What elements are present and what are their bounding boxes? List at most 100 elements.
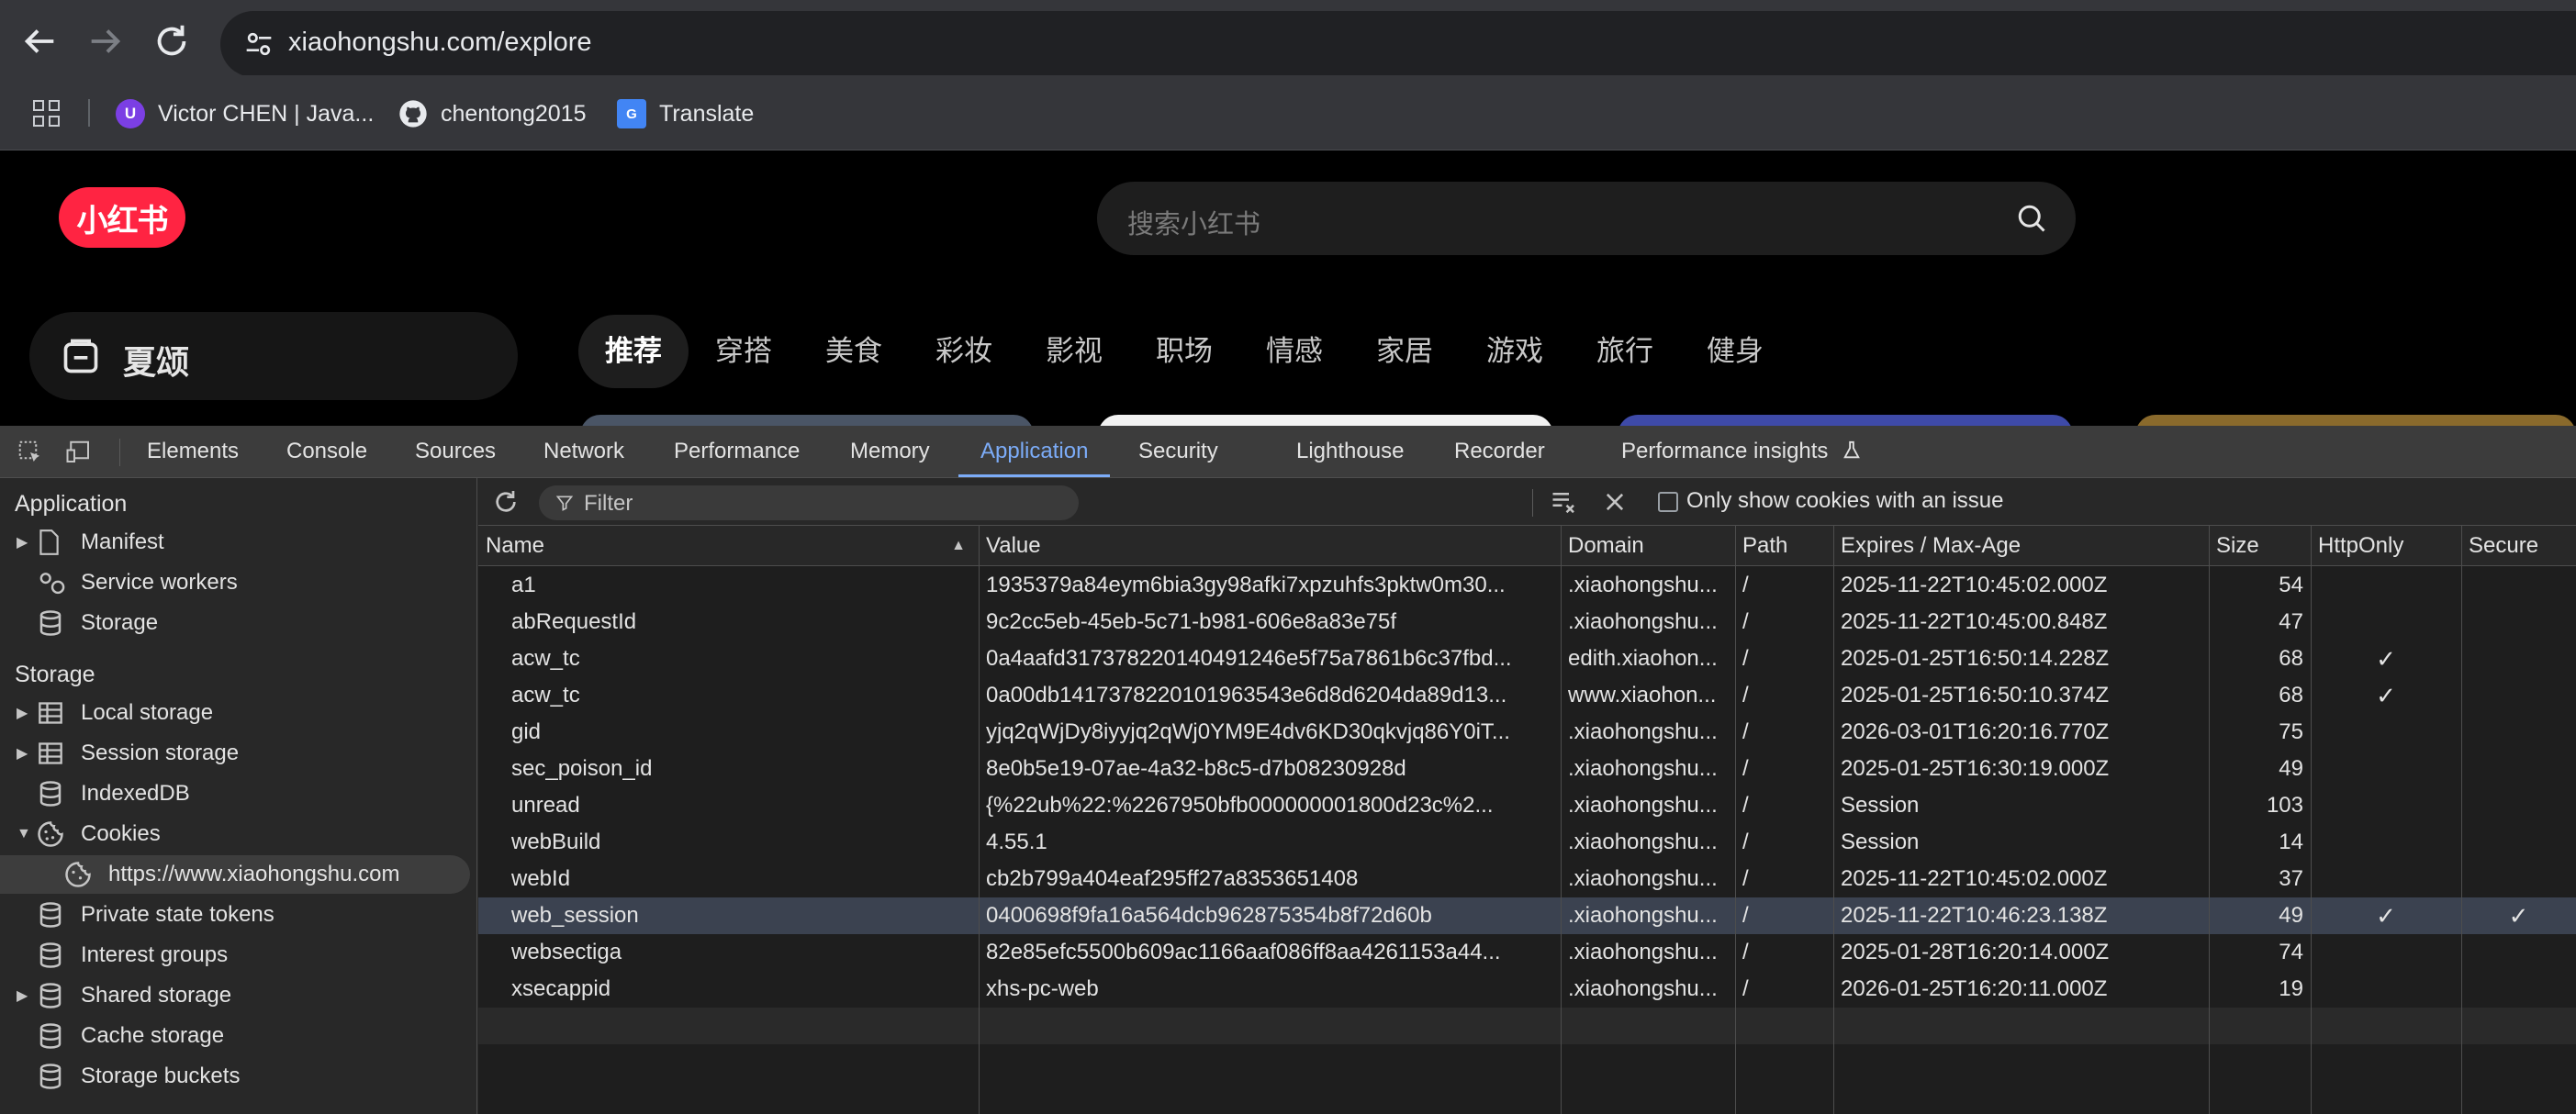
table-row[interactable]: acw_tc 0a00db1417378220101963543e6d8d6204…	[478, 677, 2576, 714]
filter-icon	[555, 496, 574, 511]
feed-card-thumbnail[interactable]	[580, 415, 1034, 426]
sidebar-item-session-storage[interactable]: ▶ Session storage	[17, 735, 239, 772]
sidebar-item-storage-buckets[interactable]: Storage buckets	[37, 1058, 240, 1095]
sidebar-item-storage-overview[interactable]: Storage	[37, 605, 158, 641]
table-row[interactable]: abRequestId 9c2cc5eb-45eb-5c71-b981-606e8…	[478, 604, 2576, 641]
url-text[interactable]: xiaohongshu.com/explore	[288, 28, 591, 58]
bookmark-chentong2015[interactable]: chentong2015	[398, 95, 586, 132]
close-icon[interactable]	[1602, 489, 1628, 515]
sidebar-item-local-storage[interactable]: ▶ Local storage	[17, 695, 213, 731]
table-row[interactable]: xsecappid xhs-pc-web .xiaohongshu... / 2026-…	[478, 971, 2576, 1008]
search-icon[interactable]	[2015, 202, 2048, 235]
column-header-name[interactable]: Name ▲	[478, 526, 979, 566]
sidebar-item-cookie-origin[interactable]: https://www.xiaohongshu.com	[64, 856, 400, 893]
channel-tab[interactable]: 游戏	[1460, 315, 1570, 388]
table-row[interactable]: acw_tc 0a4aafd317378220140491246e5f75a786…	[478, 641, 2576, 677]
tab-memory[interactable]: Memory	[850, 426, 930, 477]
bookmark-translate[interactable]: G Translate	[617, 95, 754, 132]
devtools-tabbar: Elements Console Sources Network Perform…	[0, 426, 2576, 478]
only-issue-label[interactable]: Only show cookies with an issue	[1686, 488, 2004, 514]
clear-filtered-cookies-icon[interactable]	[1551, 489, 1578, 515]
search-placeholder[interactable]: 搜索小红书	[1127, 203, 1260, 241]
column-header-secure[interactable]: Secure	[2461, 526, 2576, 566]
tab-sources[interactable]: Sources	[415, 426, 496, 477]
feed-card-thumbnail[interactable]	[1618, 415, 2073, 426]
cell-value: yjq2qWjDy8iyyjq2qWj0YM9E4dv6KD30qkvjq86Y…	[986, 719, 1510, 744]
refresh-icon[interactable]	[491, 487, 521, 517]
sidebar-item-cookies[interactable]: ▼ Cookies	[17, 816, 161, 852]
cookie-filter-input[interactable]: Filter	[539, 485, 1079, 520]
table-row[interactable]: websectiga 82e85efc5500b609ac1166aaf086ff…	[478, 934, 2576, 971]
empty-table-row[interactable]	[478, 1008, 2576, 1044]
expand-arrow-icon[interactable]: ▶	[17, 986, 37, 1005]
channel-tab[interactable]: 健身	[1680, 315, 1790, 388]
table-row[interactable]: unread {%22ub%22:%2267950bfb000000001800d…	[478, 787, 2576, 824]
tab-network[interactable]: Network	[543, 426, 624, 477]
github-icon	[399, 100, 427, 128]
sidebar-item-indexeddb[interactable]: IndexedDB	[37, 775, 190, 812]
inspect-element-icon[interactable]	[17, 439, 44, 466]
table-row[interactable]: webBuild 4.55.1 .xiaohongshu... / Session 14	[478, 824, 2576, 861]
channel-tab[interactable]: 情感	[1239, 315, 1350, 388]
expand-arrow-icon[interactable]: ▶	[17, 704, 37, 722]
collapse-arrow-icon[interactable]: ▼	[17, 826, 37, 842]
column-header-value[interactable]: Value	[979, 526, 1561, 566]
gears-icon	[37, 569, 70, 596]
column-header-httponly[interactable]: HttpOnly	[2311, 526, 2461, 566]
expand-arrow-icon[interactable]: ▶	[17, 744, 37, 763]
reload-button[interactable]	[151, 20, 193, 62]
channel-tab[interactable]: 影视	[1019, 315, 1129, 388]
feed-card-thumbnail[interactable]	[1098, 415, 1553, 426]
channel-tab-recommend[interactable]: 推荐	[578, 315, 689, 388]
sidebar-item-manifest[interactable]: ▶ Manifest	[17, 524, 164, 561]
sidebar-item-cache-storage[interactable]: Cache storage	[37, 1018, 224, 1054]
bookmark-victor-chen[interactable]: U Victor CHEN | Java...	[116, 95, 374, 132]
address-bar[interactable]: xiaohongshu.com/explore	[220, 11, 2576, 77]
channel-tab[interactable]: 旅行	[1570, 315, 1680, 388]
channel-tab[interactable]: 美食	[799, 315, 909, 388]
sidebar-discover-item[interactable]: 夏颂	[29, 312, 518, 400]
column-header-domain[interactable]: Domain	[1561, 526, 1735, 566]
cell-value: {%22ub%22:%2267950bfb000000001800d23c%2.…	[986, 793, 1494, 818]
channel-tab[interactable]: 彩妆	[909, 315, 1019, 388]
tab-console[interactable]: Console	[286, 426, 367, 477]
column-header-size[interactable]: Size	[2209, 526, 2311, 566]
channel-tab[interactable]: 穿搭	[689, 315, 799, 388]
tab-recorder[interactable]: Recorder	[1454, 426, 1545, 477]
channel-tab[interactable]: 家居	[1350, 315, 1460, 388]
tab-performance[interactable]: Performance	[674, 426, 800, 477]
forward-button[interactable]	[84, 20, 127, 62]
filter-placeholder[interactable]: Filter	[584, 491, 633, 517]
sidebar-item-private-state-tokens[interactable]: Private state tokens	[37, 897, 274, 933]
table-row[interactable]: a1 1935379a84eym6bia3gy98afki7xpzuhfs3pkt…	[478, 567, 2576, 604]
column-header-path[interactable]: Path	[1735, 526, 1833, 566]
bookmark-label: Translate	[659, 100, 755, 127]
table-row[interactable]: gid yjq2qWjDy8iyyjq2qWj0YM9E4dv6KD30qkvjq…	[478, 714, 2576, 751]
channel-tab[interactable]: 职场	[1129, 315, 1239, 388]
tab-performance-insights[interactable]: Performance insights	[1621, 426, 1862, 477]
feed-card-thumbnail[interactable]	[2135, 415, 2576, 426]
tab-application[interactable]: Application	[958, 426, 1111, 477]
xiaohongshu-logo[interactable]: 小红书	[59, 187, 185, 248]
table-row[interactable]: webId cb2b799a404eaf295ff27a8353651408 .xi…	[478, 861, 2576, 897]
tab-lighthouse[interactable]: Lighthouse	[1296, 426, 1404, 477]
search-bar[interactable]: 搜索小红书	[1097, 182, 2076, 255]
sidebar-item-shared-storage[interactable]: ▶ Shared storage	[17, 977, 231, 1014]
cell-domain: .xiaohongshu...	[1568, 719, 1718, 744]
back-button[interactable]	[18, 20, 61, 62]
expand-arrow-icon[interactable]: ▶	[17, 533, 37, 551]
tab-elements[interactable]: Elements	[147, 426, 239, 477]
cell-value: 0a4aafd317378220140491246e5f75a7861b6c37…	[986, 646, 1512, 671]
tab-performance-insights-label: Performance insights	[1621, 439, 1829, 463]
table-row[interactable]: sec_poison_id 8e0b5e19-07ae-4a32-b8c5-d7b…	[478, 751, 2576, 787]
table-row[interactable]: web_session 0400698f9fa16a564dcb962875354…	[478, 897, 2576, 934]
tab-security[interactable]: Security	[1138, 426, 1218, 477]
column-header-expires[interactable]: Expires / Max-Age	[1833, 526, 2209, 566]
database-icon	[37, 780, 70, 808]
device-toolbar-icon[interactable]	[64, 439, 94, 466]
sidebar-item-service-workers[interactable]: Service workers	[37, 564, 238, 601]
site-info-icon[interactable]	[241, 26, 277, 62]
only-issue-checkbox[interactable]	[1658, 492, 1678, 512]
apps-grid-icon[interactable]	[33, 100, 61, 128]
sidebar-item-interest-groups[interactable]: Interest groups	[37, 937, 228, 974]
